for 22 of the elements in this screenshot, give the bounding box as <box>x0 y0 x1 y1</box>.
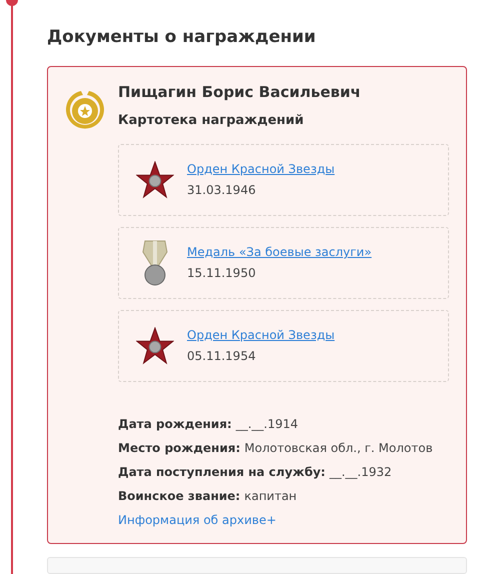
fact-value: Молотовская обл., г. Молотов <box>244 440 433 457</box>
award-date: 05.11.1954 <box>187 348 257 365</box>
star-order-icon <box>136 161 174 199</box>
card-subtitle: Картотека награждений <box>118 112 305 130</box>
award-date: 15.11.1950 <box>187 265 257 282</box>
medal-badge-icon <box>65 89 105 129</box>
person-name: Пищагин Борис Васильевич <box>118 82 362 103</box>
award-link[interactable]: Орден Красной Звезды <box>187 161 335 178</box>
award-link[interactable]: Медаль «За боевые заслуги» <box>187 244 372 261</box>
fact-value: __.__.1932 <box>329 464 392 481</box>
fact-label: Дата рождения: <box>118 416 232 433</box>
fact-value: __.__.1914 <box>236 416 298 433</box>
archive-info-link[interactable]: Информация об архиве+ <box>118 512 276 529</box>
award-link[interactable]: Орден Красной Звезды <box>187 327 335 344</box>
fact-label: Дата поступления на службу: <box>118 464 326 481</box>
award-date: 31.03.1946 <box>187 182 257 199</box>
fact-label: Место рождения: <box>118 440 240 457</box>
star-order-icon <box>136 327 174 365</box>
medal-icon <box>142 240 168 286</box>
fact-label: Воинское звание: <box>118 488 240 505</box>
section-title: Документы о награждении <box>47 26 317 49</box>
fact-value: капитан <box>244 488 297 505</box>
